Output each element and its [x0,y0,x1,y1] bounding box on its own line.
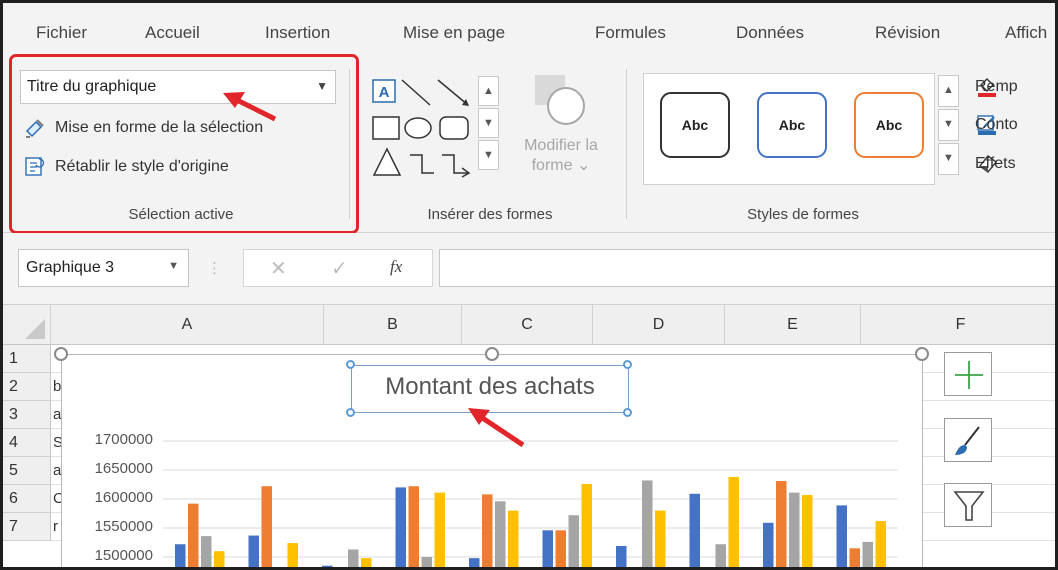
title-handle[interactable] [346,360,355,369]
shapes-scroll[interactable]: ▲ ▼ ▼ [478,76,500,172]
tab-affichage[interactable]: Affich [1005,23,1047,43]
shape-style-swatch[interactable]: Abc [757,92,827,158]
column-header-d[interactable]: D [593,305,725,345]
tab-fichier[interactable]: Fichier [36,23,87,43]
filter-icon [953,491,985,521]
modify-shape-line1: Modifier la [524,137,598,154]
more-styles-icon[interactable]: ▼ [938,143,959,175]
chart-elements-button[interactable] [944,352,992,396]
row-header-2[interactable]: 2 [3,373,51,401]
row-header-5[interactable]: 5 [3,457,51,485]
corner-triangle-icon [25,319,45,339]
select-all-corner[interactable] [3,305,51,345]
scroll-down-icon[interactable]: ▼ [478,108,499,138]
shape-outline-button[interactable]: Conto [975,116,1018,134]
tab-donnees[interactable]: Données [736,23,804,43]
shape-fill-button[interactable]: Remp [975,78,1018,96]
styles-scroll[interactable]: ▲ ▼ ▼ [938,75,960,177]
y-tick-label: 1550000 [94,518,153,535]
row-header-1[interactable]: 1 [3,345,51,373]
group-divider [349,69,350,219]
tab-insertion[interactable]: Insertion [265,23,330,43]
plus-icon [955,361,983,389]
title-handle[interactable] [623,360,632,369]
tab-accueil[interactable]: Accueil [145,23,200,43]
tab-formules[interactable]: Formules [595,23,666,43]
ribbon-tabs: Fichier Accueil Insertion Mise en page F… [3,3,1055,47]
cell-a7-text: r [53,518,58,535]
formula-input[interactable] [439,249,1055,287]
group-divider [626,69,627,219]
insert-function-icon[interactable]: fx [390,257,402,277]
modify-shape-button[interactable]: Modifier la forme ⌄ [505,136,617,176]
title-handle[interactable] [346,408,355,417]
scroll-down-icon[interactable]: ▼ [938,109,959,141]
shape-style-swatch[interactable]: Abc [854,92,924,158]
scroll-up-icon[interactable]: ▲ [478,76,499,106]
brush-icon [955,426,980,455]
excel-window: Fichier Accueil Insertion Mise en page F… [0,0,1058,570]
y-tick-label: 1700000 [94,431,153,448]
column-header-a[interactable]: A [51,305,324,345]
name-box[interactable]: Graphique 3 ▼ [18,249,189,287]
modify-shape-icon [535,75,585,125]
chart-filters-button[interactable] [944,483,992,527]
shape-effects-button[interactable]: Effets [975,155,1016,173]
shapes-gallery[interactable]: A [370,77,474,179]
resize-handle[interactable] [915,347,929,361]
row-header-4[interactable]: 4 [3,429,51,457]
chevron-down-icon: ▼ [168,260,179,272]
scroll-up-icon[interactable]: ▲ [938,75,959,107]
shape-styles-gallery[interactable]: Abc Abc Abc [643,73,935,185]
more-options-icon: ⋮ [207,260,222,277]
shape-style-swatch[interactable]: Abc [660,92,730,158]
chart-styles-button[interactable] [944,418,992,462]
row-header-3[interactable]: 3 [3,401,51,429]
chart-title[interactable]: Montant des achats [351,373,629,401]
column-header-e[interactable]: E [725,305,861,345]
y-tick-label: 1600000 [94,489,153,506]
y-tick-label: 1650000 [94,460,153,477]
column-header-c[interactable]: C [462,305,593,345]
resize-handle[interactable] [54,347,68,361]
resize-handle[interactable] [485,347,499,361]
y-tick-label: 1500000 [94,547,153,564]
row-header-6[interactable]: 6 [3,485,51,513]
styles-group-label: Styles de formes [747,206,859,223]
more-shapes-icon[interactable]: ▼ [478,140,499,170]
name-box-value: Graphique 3 [26,259,115,276]
column-header-b[interactable]: B [324,305,462,345]
highlight-box [9,54,359,234]
tab-revision[interactable]: Révision [875,23,940,43]
modify-shape-line2: forme ⌄ [531,157,591,174]
title-handle[interactable] [623,408,632,417]
tab-mise-en-page[interactable]: Mise en page [403,23,505,43]
column-header-f[interactable]: F [861,305,1055,345]
row-header-7[interactable]: 7 [3,513,51,541]
confirm-icon[interactable]: ✓ [331,256,348,281]
shapes-group-label: Insérer des formes [427,206,553,223]
formula-buttons: ✕ ✓ fx [243,249,433,287]
svg-text:A: A [379,84,390,101]
cancel-icon[interactable]: ✕ [270,256,287,281]
